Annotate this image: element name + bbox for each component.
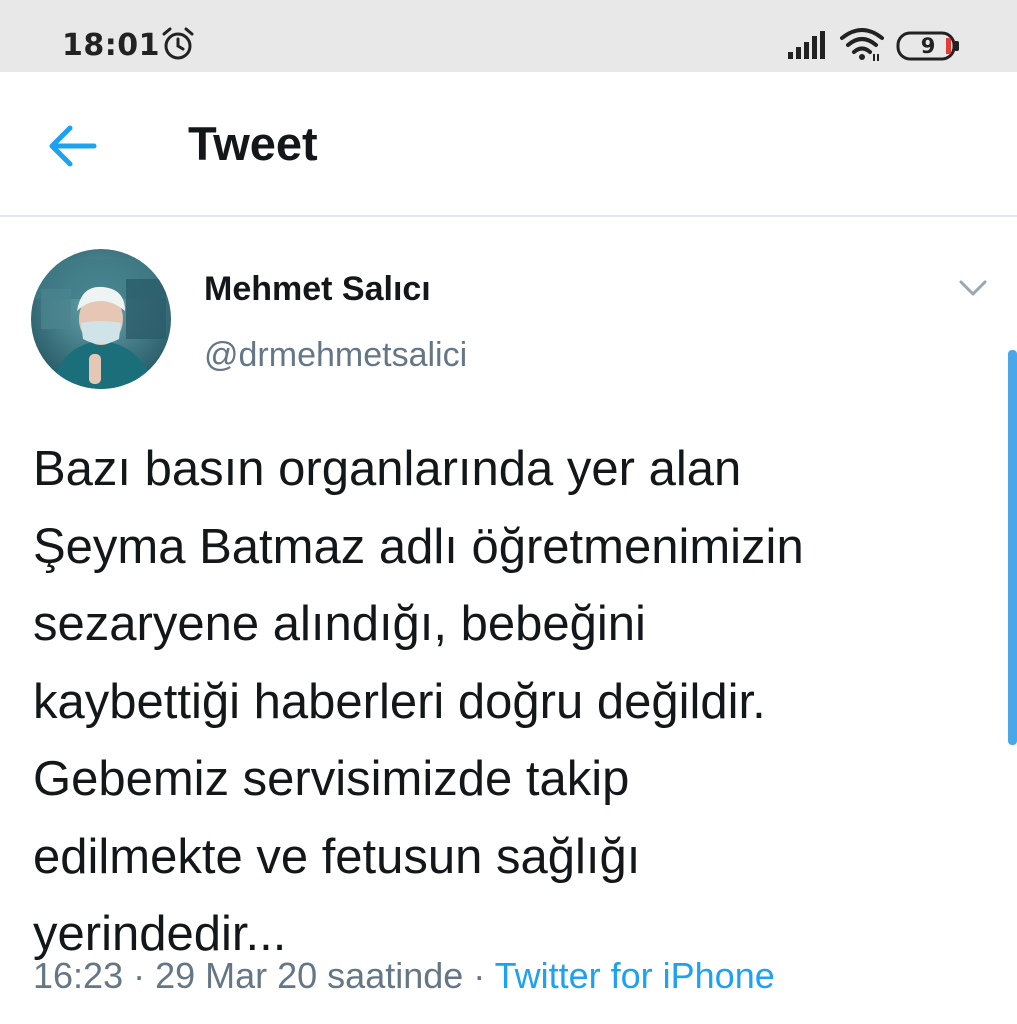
scrollbar[interactable] [1008,350,1017,745]
avatar[interactable] [31,249,171,389]
profile-photo [31,249,171,389]
author-handle[interactable]: @drmehmetsalici [204,336,467,375]
tweet-text: Bazı basın organlarında yer alan Şeyma B… [33,442,804,961]
battery-level: 9 [920,34,936,58]
author-name[interactable]: Mehmet Salıcı [204,270,431,309]
alarm-icon [162,27,194,60]
header: Tweet [0,72,1017,217]
tweet-source-link[interactable]: Twitter for iPhone [495,955,775,996]
arrow-left-icon [49,125,97,167]
status-time: 18:01 [62,28,160,63]
status-bar: 18:01 9 [0,0,1017,72]
wifi-icon [840,28,884,61]
tweet-timestamp: 16:23 · 29 Mar 20 saatinde · [33,955,495,996]
back-button[interactable] [42,118,102,174]
tweet-meta: 16:23 · 29 Mar 20 saatinde · Twitter for… [33,955,775,997]
page-title: Tweet [188,117,318,170]
signal-icon [788,31,825,59]
more-options-button[interactable] [953,270,993,306]
chevron-down-icon [959,280,987,296]
